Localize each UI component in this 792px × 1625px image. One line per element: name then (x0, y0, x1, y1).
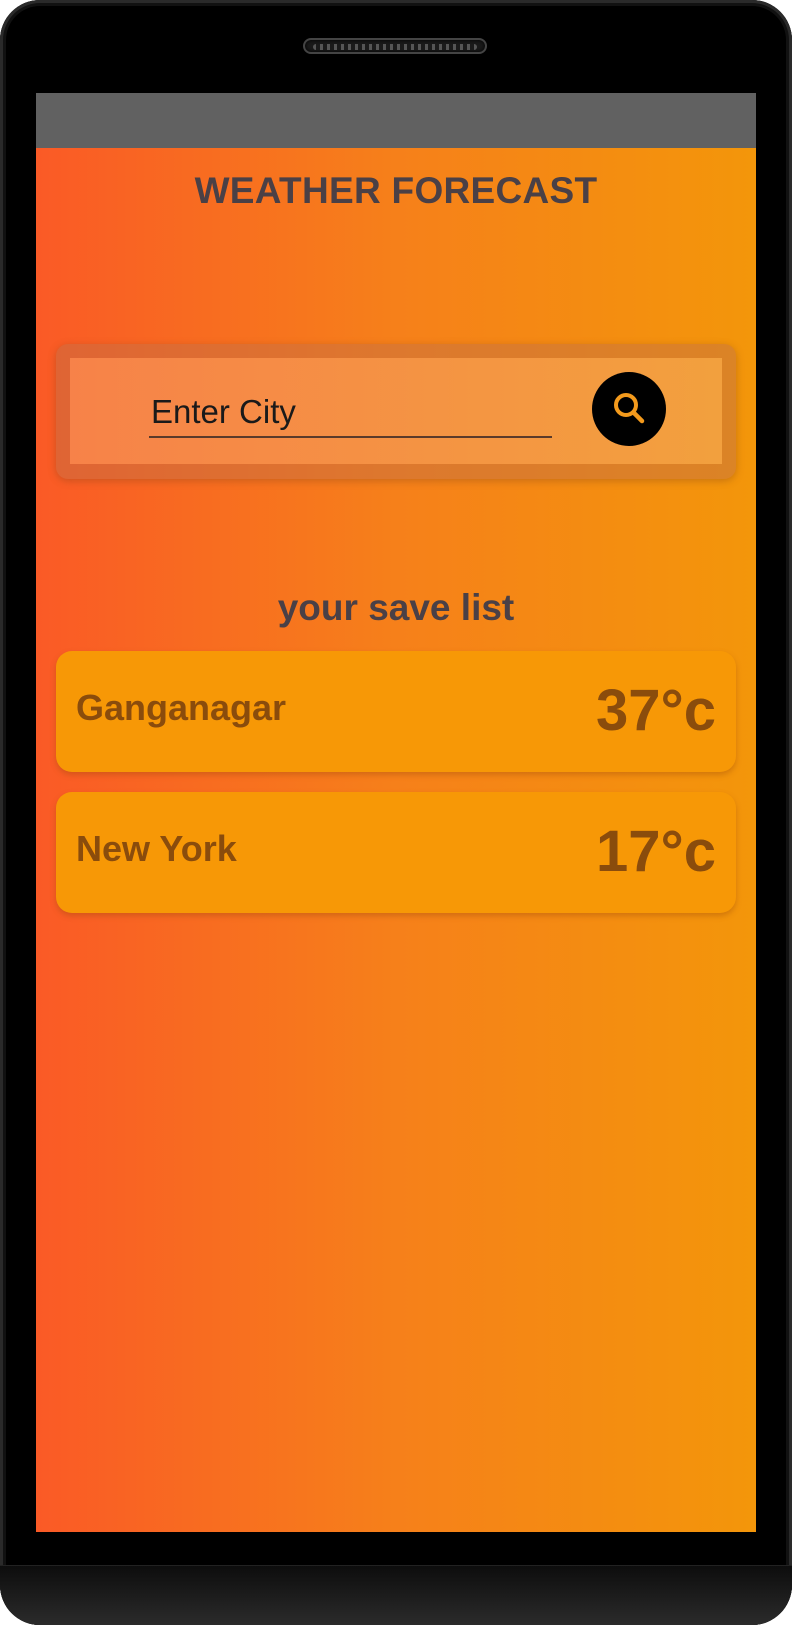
saved-list-heading: your save list (277, 587, 515, 628)
earpiece-speaker (303, 38, 487, 54)
status-bar (36, 93, 756, 148)
saved-city-card[interactable]: New York 17°c (56, 792, 736, 913)
city-name: Ganganagar (76, 687, 287, 728)
saved-city-card[interactable]: Ganganagar 37°c (56, 651, 736, 772)
city-name: New York (76, 828, 237, 869)
search-icon (611, 390, 647, 429)
phone-frame: WEATHER FORECAST your save list Ganganag… (0, 0, 792, 1625)
bottom-bezel (0, 1565, 792, 1625)
search-panel (56, 344, 736, 479)
city-search-input[interactable] (149, 388, 552, 438)
city-temperature: 37°c (596, 678, 716, 743)
search-button[interactable] (592, 372, 666, 446)
page-title: WEATHER FORECAST (194, 170, 598, 211)
app-screen: WEATHER FORECAST your save list Ganganag… (36, 93, 756, 1532)
city-temperature: 17°c (596, 819, 716, 884)
search-panel-inner (70, 358, 722, 464)
